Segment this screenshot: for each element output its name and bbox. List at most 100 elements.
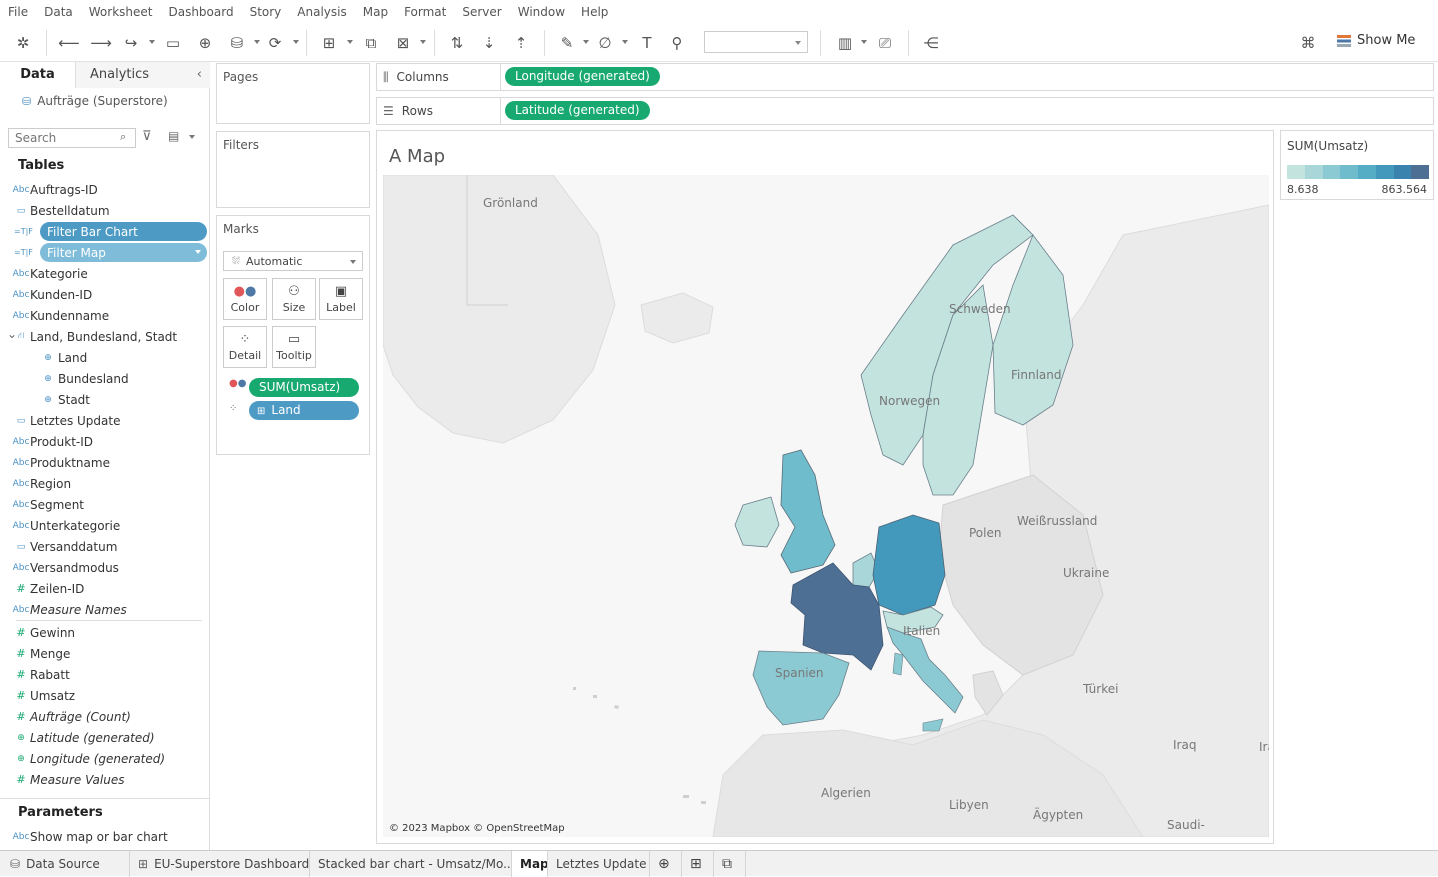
map-canvas[interactable]: Grönland Schweden Finnland Norwegen Weißruss…	[383, 175, 1269, 837]
tab-analytics[interactable]: Analytics ‹	[76, 62, 210, 88]
rows-shelf[interactable]: ☰ Rows Latitude (generated)	[376, 97, 1434, 125]
menu-help[interactable]: Help	[581, 5, 608, 19]
fit-dropdown[interactable]	[704, 31, 808, 53]
color-legend[interactable]: SUM(Umsatz) 8.638 863.564	[1280, 130, 1434, 200]
menu-data[interactable]: Data	[44, 5, 73, 19]
menu-map[interactable]: Map	[363, 5, 388, 19]
datasource-row[interactable]: ⛁ Aufträge (Superstore)	[22, 94, 168, 108]
pill-dropdown-icon[interactable]	[195, 250, 201, 254]
tab-letztes-update[interactable]: Letztes Update	[548, 851, 650, 877]
chevron-down-icon[interactable]: ⌄	[7, 327, 17, 341]
field-menge[interactable]: # Menge	[0, 643, 210, 664]
search-input[interactable]	[8, 128, 136, 148]
new-worksheet-icon[interactable]: ⊕	[650, 851, 682, 877]
binoculars-icon[interactable]: ⌘	[1297, 32, 1319, 54]
labels-icon[interactable]: T	[636, 32, 658, 54]
redo-icon[interactable]: ⟶	[90, 32, 112, 54]
longitude-pill[interactable]: Longitude (generated)	[505, 67, 660, 86]
view-list-icon[interactable]: ▤	[168, 129, 179, 143]
highlight-icon[interactable]: ✎	[556, 32, 578, 54]
sum-umsatz-pill[interactable]: SUM(Umsatz)	[249, 378, 359, 397]
label-button[interactable]: ▣ Label	[319, 278, 363, 320]
filters-card[interactable]: Filters	[216, 131, 370, 208]
collapse-icon[interactable]: ‹	[197, 62, 202, 88]
field-bestelldatum[interactable]: ▭ Bestelldatum	[0, 200, 210, 221]
columns-shelf[interactable]: ⫼ Columns Longitude (generated)	[376, 63, 1434, 91]
field-pill-filter-bar-chart[interactable]: Filter Bar Chart	[40, 222, 207, 241]
field-umsatz[interactable]: # Umsatz	[0, 685, 210, 706]
field-versandmodus[interactable]: Abc Versandmodus	[0, 557, 210, 578]
show-me-button[interactable]: Show Me	[1337, 33, 1415, 48]
tooltip-button[interactable]: ▭ Tooltip	[272, 326, 316, 368]
field-aufträge-count-[interactable]: # Aufträge (Count)	[0, 706, 210, 727]
pause-updates-icon[interactable]: ⛁	[226, 32, 248, 54]
tab-data[interactable]: Data	[0, 62, 76, 88]
duplicate-sheet-icon[interactable]: ⧉	[360, 32, 382, 54]
land-pill[interactable]: ⊞ Land	[249, 401, 359, 420]
color-button[interactable]: ●● Color	[223, 278, 267, 320]
field-measure-values[interactable]: # Measure Values	[0, 769, 210, 790]
field-letztes-update[interactable]: ▭ Letztes Update	[0, 410, 210, 431]
menu-server[interactable]: Server	[462, 5, 501, 19]
refresh-icon[interactable]: ⟳	[264, 32, 286, 54]
field-kategorie[interactable]: Abc Kategorie	[0, 263, 210, 284]
pages-card[interactable]: Pages	[216, 63, 370, 124]
sort-descending-icon[interactable]: ⇡	[510, 32, 532, 54]
field-zeilen-id[interactable]: # Zeilen-ID	[0, 578, 210, 599]
pin-icon[interactable]: ⚲	[666, 32, 688, 54]
field-land-bundesland-stadt[interactable]: ⛙ ⌄ Land, Bundesland, Stadt	[0, 326, 210, 347]
field-bundesland[interactable]: ⊕ Bundesland	[0, 368, 210, 389]
tab-map[interactable]: Map	[512, 851, 548, 877]
field-land[interactable]: ⊕ Land	[0, 347, 210, 368]
field-produkt-id[interactable]: Abc Produkt-ID	[0, 431, 210, 452]
field-kunden-id[interactable]: Abc Kunden-ID	[0, 284, 210, 305]
new-sheet-icon[interactable]: ⊞	[318, 32, 340, 54]
field-longitude-generated-[interactable]: ⊕ Longitude (generated)	[0, 748, 210, 769]
field-filter-map[interactable]: =T|F Filter Map	[0, 242, 210, 263]
menu-analysis[interactable]: Analysis	[297, 5, 346, 19]
show-cards-icon[interactable]: ▥	[834, 32, 856, 54]
filter-icon[interactable]: ⊽	[142, 129, 152, 144]
menu-dashboard[interactable]: Dashboard	[168, 5, 233, 19]
field-kundenname[interactable]: Abc Kundenname	[0, 305, 210, 326]
field-versanddatum[interactable]: ▭ Versanddatum	[0, 536, 210, 557]
field-rabatt[interactable]: # Rabatt	[0, 664, 210, 685]
share-icon[interactable]: ⋲	[920, 32, 942, 54]
group-icon[interactable]: ∅	[594, 32, 616, 54]
new-datasource-icon[interactable]: ⊕	[194, 32, 216, 54]
field-measure-names[interactable]: Abc Measure Names	[0, 599, 210, 620]
field-segment[interactable]: Abc Segment	[0, 494, 210, 515]
tab-stacked-bar-chart[interactable]: Stacked bar chart - Umsatz/Mo...	[310, 851, 512, 877]
detail-button[interactable]: ⁘ Detail	[223, 326, 267, 368]
field-latitude-generated-[interactable]: ⊕ Latitude (generated)	[0, 727, 210, 748]
presentation-icon[interactable]: ⎚	[874, 32, 896, 54]
field-produktname[interactable]: Abc Produktname	[0, 452, 210, 473]
tab-eu-superstore-dashboard[interactable]: ⊞ EU-Superstore Dashboard	[130, 851, 310, 877]
menu-file[interactable]: File	[8, 5, 28, 19]
clear-sheet-icon[interactable]: ⊠	[392, 32, 414, 54]
tab-data-source[interactable]: ⛁ Data Source	[0, 851, 130, 877]
field-auftrags-id[interactable]: Abc Auftrags-ID	[0, 179, 210, 200]
field-gewinn[interactable]: # Gewinn	[0, 622, 210, 643]
replay-icon[interactable]: ↪	[120, 32, 142, 54]
field-stadt[interactable]: ⊕ Stadt	[0, 389, 210, 410]
menu-window[interactable]: Window	[518, 5, 565, 19]
field-region[interactable]: Abc Region	[0, 473, 210, 494]
menu-worksheet[interactable]: Worksheet	[89, 5, 153, 19]
menu-format[interactable]: Format	[404, 5, 446, 19]
size-button[interactable]: ⚇ Size	[272, 278, 316, 320]
mark-type-dropdown[interactable]: ⛆ Automatic	[223, 251, 363, 271]
save-icon[interactable]: ▭	[162, 32, 184, 54]
menu-story[interactable]: Story	[250, 5, 282, 19]
field-filter-bar-chart[interactable]: =T|F Filter Bar Chart	[0, 221, 210, 242]
field-show-map-or-bar-chart[interactable]: Abc Show map or bar chart	[0, 826, 210, 847]
field-unterkategorie[interactable]: Abc Unterkategorie	[0, 515, 210, 536]
latitude-pill[interactable]: Latitude (generated)	[505, 101, 650, 120]
new-story-icon[interactable]: ⧉	[714, 851, 746, 877]
field-pill-filter-map[interactable]: Filter Map	[40, 243, 207, 262]
swap-icon[interactable]: ⇅	[446, 32, 468, 54]
tableau-logo-icon[interactable]: ✲	[12, 32, 34, 54]
new-dashboard-icon[interactable]: ⊞	[682, 851, 714, 877]
sort-ascending-icon[interactable]: ⇣	[478, 32, 500, 54]
undo-icon[interactable]: ⟵	[58, 32, 80, 54]
